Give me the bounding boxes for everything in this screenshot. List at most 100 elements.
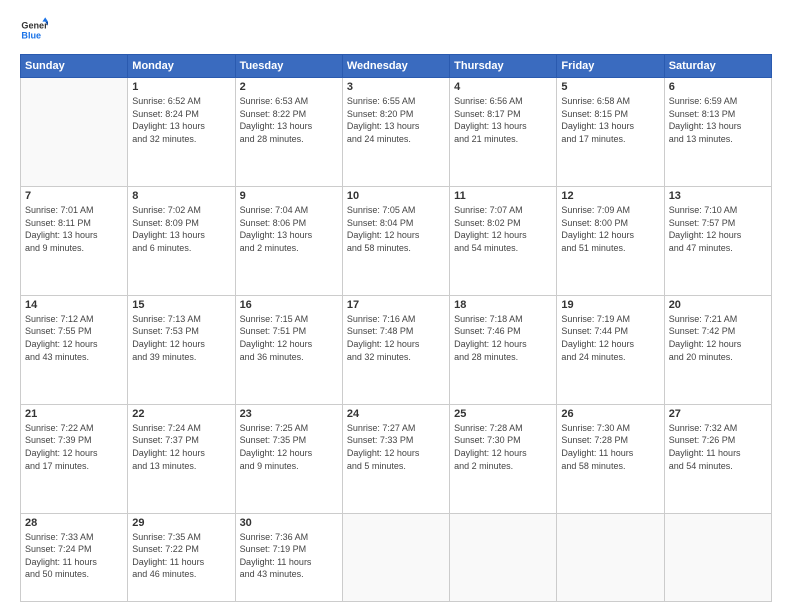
calendar-day-cell: 27 Sunrise: 7:32 AM Sunset: 7:26 PM Dayli… (664, 404, 771, 513)
calendar-day-cell: 9 Sunrise: 7:04 AM Sunset: 8:06 PM Daylig… (235, 186, 342, 295)
day-number: 1 (132, 81, 230, 93)
day-info: Sunrise: 7:12 AM Sunset: 7:55 PM Dayligh… (25, 313, 123, 363)
calendar-day-cell: 8Sunrise: 7:02 AM Sunset: 8:09 PM Daylig… (128, 186, 235, 295)
day-info: Sunrise: 6:59 AM Sunset: 8:13 PM Dayligh… (669, 95, 767, 145)
calendar-day-cell: 29 Sunrise: 7:35 AM Sunset: 7:22 PM Dayli… (128, 513, 235, 601)
day-info: Sunrise: 7:04 AM Sunset: 8:06 PM Dayligh… (240, 204, 338, 254)
calendar-day-cell: 11 Sunrise: 7:07 AM Sunset: 8:02 PM Dayli… (450, 186, 557, 295)
day-number: 2 (240, 81, 338, 93)
day-number: 14 (25, 299, 123, 311)
calendar-day-header: Tuesday (235, 55, 342, 78)
calendar-week-row: 28 Sunrise: 7:33 AM Sunset: 7:24 PM Dayli… (21, 513, 772, 601)
day-number: 29 (132, 517, 230, 529)
day-info: Sunrise: 7:13 AM Sunset: 7:53 PM Dayligh… (132, 313, 230, 363)
calendar-day-cell: 28 Sunrise: 7:33 AM Sunset: 7:24 PM Dayli… (21, 513, 128, 601)
day-info: Sunrise: 6:55 AM Sunset: 8:20 PM Dayligh… (347, 95, 445, 145)
calendar-day-cell: 17 Sunrise: 7:16 AM Sunset: 7:48 PM Dayli… (342, 295, 449, 404)
day-number: 30 (240, 517, 338, 529)
calendar-header-row: SundayMondayTuesdayWednesdayThursdayFrid… (21, 55, 772, 78)
day-number: 18 (454, 299, 552, 311)
day-number: 16 (240, 299, 338, 311)
day-info: Sunrise: 7:30 AM Sunset: 7:28 PM Dayligh… (561, 422, 659, 472)
calendar-day-cell: 13 Sunrise: 7:10 AM Sunset: 7:57 PM Dayli… (664, 186, 771, 295)
calendar-day-cell: 23 Sunrise: 7:25 AM Sunset: 7:35 PM Dayli… (235, 404, 342, 513)
calendar-day-cell: 3 Sunrise: 6:55 AM Sunset: 8:20 PM Daylig… (342, 78, 449, 187)
day-number: 12 (561, 190, 659, 202)
calendar-week-row: 7 Sunrise: 7:01 AM Sunset: 8:11 PM Daylig… (21, 186, 772, 295)
calendar-day-header: Wednesday (342, 55, 449, 78)
day-number: 28 (25, 517, 123, 529)
day-number: 19 (561, 299, 659, 311)
day-number: 6 (669, 81, 767, 93)
day-number: 27 (669, 408, 767, 420)
day-info: Sunrise: 7:10 AM Sunset: 7:57 PM Dayligh… (669, 204, 767, 254)
calendar-day-cell: 15Sunrise: 7:13 AM Sunset: 7:53 PM Dayli… (128, 295, 235, 404)
day-info: Sunrise: 7:21 AM Sunset: 7:42 PM Dayligh… (669, 313, 767, 363)
calendar-day-cell: 7 Sunrise: 7:01 AM Sunset: 8:11 PM Daylig… (21, 186, 128, 295)
calendar-week-row: 1 Sunrise: 6:52 AM Sunset: 8:24 PM Daylig… (21, 78, 772, 187)
day-info: Sunrise: 7:09 AM Sunset: 8:00 PM Dayligh… (561, 204, 659, 254)
calendar-day-cell (342, 513, 449, 601)
day-info: Sunrise: 7:36 AM Sunset: 7:19 PM Dayligh… (240, 531, 338, 581)
day-number: 7 (25, 190, 123, 202)
logo-icon: General Blue (20, 16, 48, 44)
day-number: 26 (561, 408, 659, 420)
calendar-day-cell: 25Sunrise: 7:28 AM Sunset: 7:30 PM Dayli… (450, 404, 557, 513)
calendar-day-cell: 20 Sunrise: 7:21 AM Sunset: 7:42 PM Dayli… (664, 295, 771, 404)
calendar-day-cell: 21 Sunrise: 7:22 AM Sunset: 7:39 PM Dayli… (21, 404, 128, 513)
day-number: 20 (669, 299, 767, 311)
day-info: Sunrise: 7:15 AM Sunset: 7:51 PM Dayligh… (240, 313, 338, 363)
day-number: 21 (25, 408, 123, 420)
day-number: 5 (561, 81, 659, 93)
calendar-day-cell: 16 Sunrise: 7:15 AM Sunset: 7:51 PM Dayli… (235, 295, 342, 404)
day-number: 10 (347, 190, 445, 202)
calendar-day-cell: 26 Sunrise: 7:30 AM Sunset: 7:28 PM Dayli… (557, 404, 664, 513)
calendar-day-header: Friday (557, 55, 664, 78)
day-info: Sunrise: 6:56 AM Sunset: 8:17 PM Dayligh… (454, 95, 552, 145)
day-number: 13 (669, 190, 767, 202)
day-info: Sunrise: 7:01 AM Sunset: 8:11 PM Dayligh… (25, 204, 123, 254)
logo: General Blue (20, 16, 48, 44)
calendar-day-cell: 1 Sunrise: 6:52 AM Sunset: 8:24 PM Daylig… (128, 78, 235, 187)
day-info: Sunrise: 7:07 AM Sunset: 8:02 PM Dayligh… (454, 204, 552, 254)
day-info: Sunrise: 6:52 AM Sunset: 8:24 PM Dayligh… (132, 95, 230, 145)
calendar-day-cell: 5 Sunrise: 6:58 AM Sunset: 8:15 PM Daylig… (557, 78, 664, 187)
calendar-day-cell: 30 Sunrise: 7:36 AM Sunset: 7:19 PM Dayli… (235, 513, 342, 601)
calendar-day-cell: 6 Sunrise: 6:59 AM Sunset: 8:13 PM Daylig… (664, 78, 771, 187)
calendar-day-cell: 24 Sunrise: 7:27 AM Sunset: 7:33 PM Dayli… (342, 404, 449, 513)
calendar-day-header: Sunday (21, 55, 128, 78)
calendar-day-cell (450, 513, 557, 601)
day-info: Sunrise: 7:35 AM Sunset: 7:22 PM Dayligh… (132, 531, 230, 581)
day-info: Sunrise: 6:58 AM Sunset: 8:15 PM Dayligh… (561, 95, 659, 145)
day-number: 17 (347, 299, 445, 311)
day-number: 25 (454, 408, 552, 420)
day-info: Sunrise: 7:27 AM Sunset: 7:33 PM Dayligh… (347, 422, 445, 472)
day-number: 23 (240, 408, 338, 420)
svg-text:Blue: Blue (21, 30, 41, 40)
calendar-week-row: 21 Sunrise: 7:22 AM Sunset: 7:39 PM Dayli… (21, 404, 772, 513)
calendar-day-cell: 14 Sunrise: 7:12 AM Sunset: 7:55 PM Dayli… (21, 295, 128, 404)
page-header: General Blue (20, 16, 772, 44)
calendar-day-cell: 18Sunrise: 7:18 AM Sunset: 7:46 PM Dayli… (450, 295, 557, 404)
calendar-day-cell: 4Sunrise: 6:56 AM Sunset: 8:17 PM Daylig… (450, 78, 557, 187)
day-info: Sunrise: 7:22 AM Sunset: 7:39 PM Dayligh… (25, 422, 123, 472)
day-info: Sunrise: 7:25 AM Sunset: 7:35 PM Dayligh… (240, 422, 338, 472)
calendar-day-header: Saturday (664, 55, 771, 78)
day-info: Sunrise: 7:32 AM Sunset: 7:26 PM Dayligh… (669, 422, 767, 472)
day-info: Sunrise: 7:16 AM Sunset: 7:48 PM Dayligh… (347, 313, 445, 363)
day-info: Sunrise: 6:53 AM Sunset: 8:22 PM Dayligh… (240, 95, 338, 145)
day-number: 9 (240, 190, 338, 202)
calendar-week-row: 14 Sunrise: 7:12 AM Sunset: 7:55 PM Dayli… (21, 295, 772, 404)
svg-text:General: General (21, 21, 48, 31)
calendar-day-cell (21, 78, 128, 187)
calendar-day-cell: 19Sunrise: 7:19 AM Sunset: 7:44 PM Dayli… (557, 295, 664, 404)
calendar-table: SundayMondayTuesdayWednesdayThursdayFrid… (20, 54, 772, 602)
calendar-day-cell: 22Sunrise: 7:24 AM Sunset: 7:37 PM Dayli… (128, 404, 235, 513)
day-info: Sunrise: 7:33 AM Sunset: 7:24 PM Dayligh… (25, 531, 123, 581)
day-number: 3 (347, 81, 445, 93)
day-number: 22 (132, 408, 230, 420)
day-number: 24 (347, 408, 445, 420)
calendar-day-header: Monday (128, 55, 235, 78)
calendar-day-cell (664, 513, 771, 601)
day-number: 11 (454, 190, 552, 202)
